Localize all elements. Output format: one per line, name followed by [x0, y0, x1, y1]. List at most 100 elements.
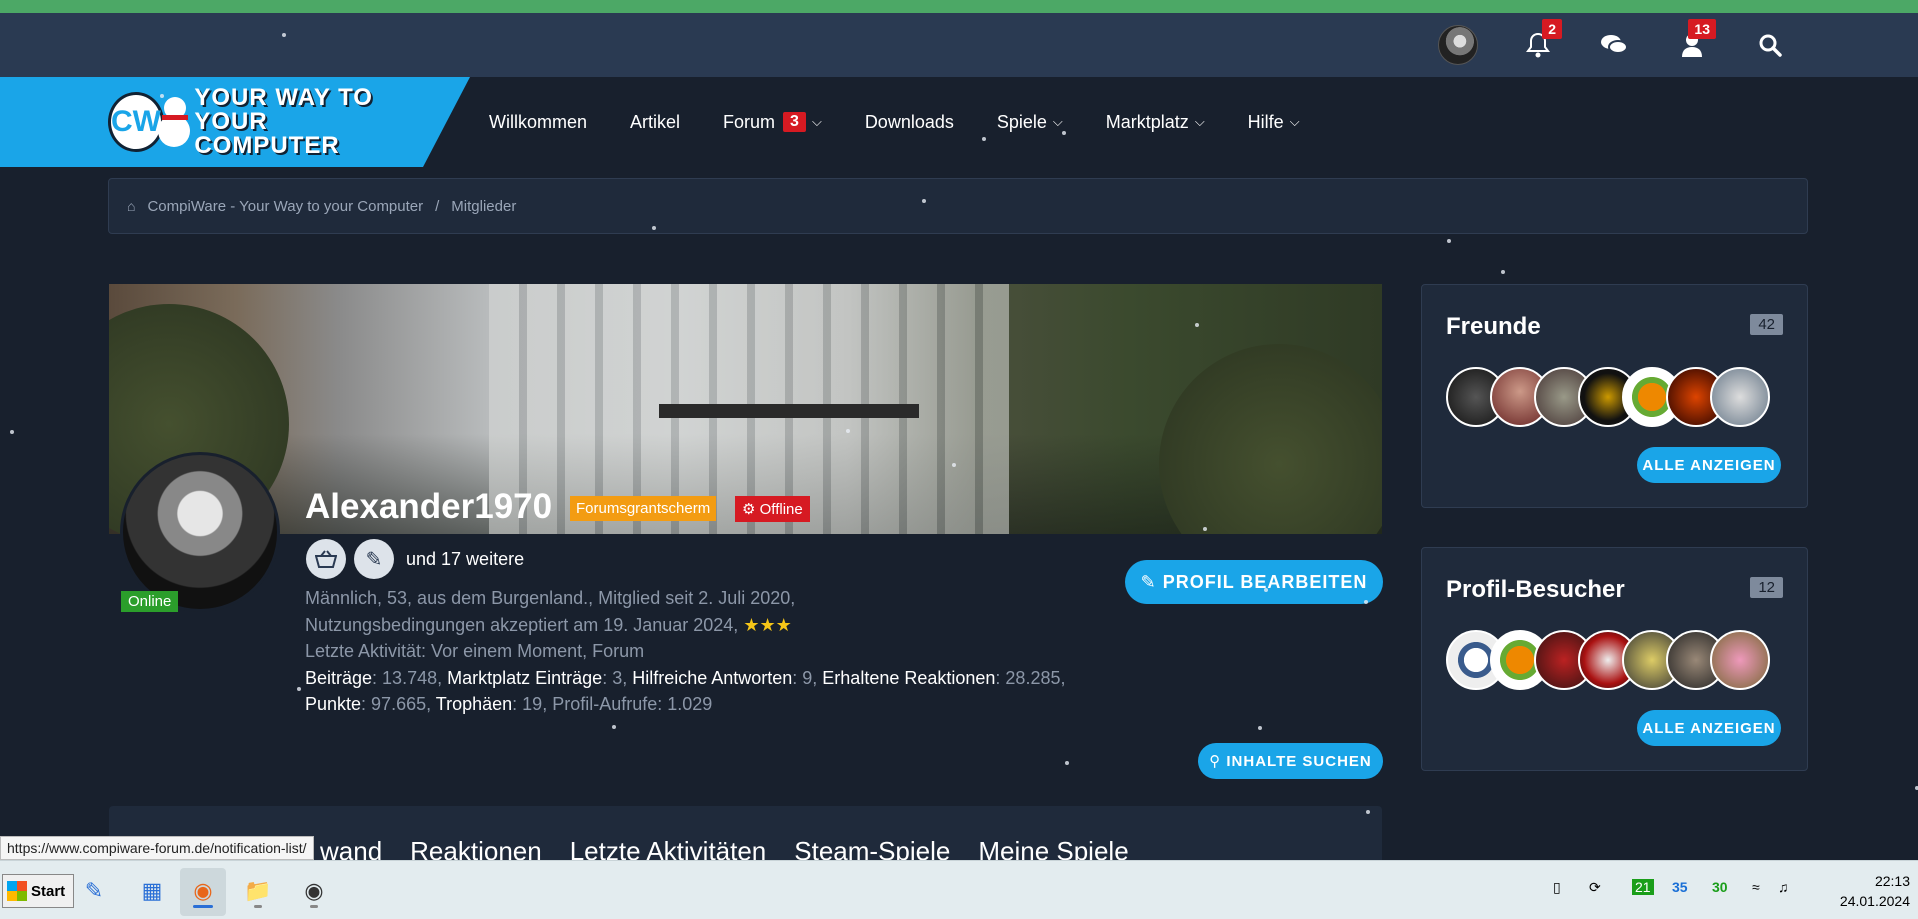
online-badge: Online	[121, 591, 179, 612]
bell-icon[interactable]: 2	[1518, 19, 1562, 65]
snowflake	[160, 94, 164, 98]
top-stripe	[0, 0, 1918, 13]
taskbar: Start ✎ ▦ ◉ 📁 ◉ ▯ ⟳ 21 35 30 ≈ ♫ 22:13 2…	[0, 860, 1918, 919]
friends-title: Freunde	[1446, 313, 1541, 340]
volume-icon[interactable]: ♫	[1778, 879, 1789, 895]
snowflake	[612, 725, 616, 729]
snowman-icon	[156, 97, 190, 147]
trophies: ✎ und 17 weitere	[306, 539, 524, 579]
nav-item-hilfe[interactable]: Hilfe ⌵	[1248, 112, 1300, 133]
info-line-2: Nutzungsbedingungen akzeptiert am 19. Ja…	[305, 614, 792, 635]
info-line-3: Letzte Aktivität: Vor einem Moment, Foru…	[305, 641, 645, 661]
main-navigation: CW YOUR WAY TO YOUR COMPUTER Willkommen …	[0, 77, 1918, 167]
folder-icon[interactable]: 📁	[240, 874, 276, 908]
snowflake	[10, 430, 14, 434]
avatar[interactable]	[1710, 630, 1770, 690]
star-icon: ★★★	[743, 614, 792, 635]
nav-item-downloads[interactable]: Downloads	[865, 112, 954, 133]
eye-viewer-icon[interactable]: ◉	[296, 874, 332, 908]
rank-badge: Forumsgrantscherm	[570, 496, 717, 521]
profile-username: Alexander1970	[305, 487, 553, 526]
notification-badge: 2	[1542, 19, 1562, 39]
friends-show-all-button[interactable]: ALLE ANZEIGEN	[1637, 447, 1781, 483]
firefox-icon[interactable]: ◉	[185, 874, 221, 908]
snowflake	[282, 33, 286, 37]
search-icon: ⚲	[1209, 753, 1227, 770]
chevron-down-icon: ⌵	[811, 114, 822, 129]
site-logo[interactable]: CW YOUR WAY TO YOUR COMPUTER	[108, 84, 398, 159]
search-icon[interactable]	[1750, 25, 1790, 65]
clock[interactable]: 22:13 24.01.2024	[1810, 871, 1910, 911]
edit-profile-button[interactable]: ✎ PROFIL BEARBEITEN	[1125, 560, 1383, 604]
user-icon[interactable]: 13	[1672, 19, 1716, 65]
stat-label[interactable]: Hilfreiche Antworten	[632, 668, 792, 688]
snowflake	[297, 687, 301, 691]
user-avatar[interactable]	[1438, 25, 1478, 65]
nav-item-marktplatz[interactable]: Marktplatz ⌵	[1106, 112, 1205, 133]
nav-item-artikel[interactable]: Artikel	[630, 112, 680, 133]
chevron-down-icon: ⌵	[1194, 114, 1205, 129]
windows-icon	[7, 881, 27, 901]
pencil-icon[interactable]: ✎	[354, 539, 394, 579]
friends-avatars	[1446, 367, 1770, 427]
snowflake	[1366, 810, 1370, 814]
tray-counter-3[interactable]: 30	[1712, 879, 1728, 895]
chevron-down-icon: ⌵	[1052, 114, 1063, 129]
basket-icon[interactable]	[306, 539, 346, 579]
visitors-count: 12	[1750, 577, 1783, 598]
visitors-widget: Profil-Besucher 12 ALLE ANZEIGEN	[1421, 547, 1808, 771]
home-icon[interactable]: ⌂	[127, 198, 135, 214]
more-trophies[interactable]: und 17 weitere	[406, 549, 524, 570]
tray-counter-1[interactable]: 21	[1632, 879, 1654, 895]
snowflake	[1065, 761, 1069, 765]
breadcrumb-members[interactable]: Mitglieder	[451, 198, 516, 215]
pencil-icon: ✎	[1140, 571, 1163, 592]
forum-badge: 3	[783, 112, 806, 132]
stat-label[interactable]: Erhaltene Reaktionen	[822, 668, 995, 688]
tray-counter-2[interactable]: 35	[1672, 879, 1688, 895]
snowflake	[1364, 600, 1368, 604]
inbox-badge: 13	[1688, 19, 1716, 39]
snowflake	[846, 429, 850, 433]
profile-avatar[interactable]	[120, 452, 280, 612]
steam-status-badge[interactable]: ⚙ Offline	[735, 496, 810, 522]
wifi-icon[interactable]: ≈	[1752, 879, 1760, 895]
friends-widget: Freunde 42 ALLE ANZEIGEN	[1421, 284, 1808, 508]
stat-label[interactable]: Beiträge	[305, 668, 372, 688]
stats-line-2: Punkte: 97.665, Trophäen: 19, Profil-Auf…	[305, 694, 713, 714]
nav-item-spiele[interactable]: Spiele ⌵	[997, 112, 1063, 133]
stat-label[interactable]: Punkte	[305, 694, 361, 714]
snowflake	[1501, 270, 1505, 274]
chat-icon[interactable]	[1594, 25, 1634, 65]
snowflake	[1264, 588, 1268, 592]
stat-label[interactable]: Trophäen	[436, 694, 512, 714]
notepad-icon[interactable]: ✎	[76, 874, 112, 908]
stats-line-1: Beiträge: 13.748, Marktplatz Einträge: 3…	[305, 667, 1066, 688]
chevron-down-icon: ⌵	[1289, 114, 1300, 129]
snowflake	[952, 463, 956, 467]
breadcrumb: ⌂ CompiWare - Your Way to your Computer …	[108, 178, 1808, 234]
start-button[interactable]: Start	[2, 874, 74, 908]
snowflake	[1258, 726, 1262, 730]
snowflake	[1062, 131, 1066, 135]
visitors-show-all-button[interactable]: ALLE ANZEIGEN	[1637, 710, 1781, 746]
steam-icon: ⚙	[742, 501, 760, 518]
calendar-icon[interactable]: ▦	[134, 874, 170, 908]
snowflake	[982, 137, 986, 141]
user-bar: 2 13	[0, 13, 1918, 77]
nav-item-willkommen[interactable]: Willkommen	[489, 112, 587, 133]
avatar[interactable]	[1710, 367, 1770, 427]
usb-icon[interactable]: ▯	[1553, 879, 1561, 896]
sync-icon[interactable]: ⟳	[1589, 879, 1601, 896]
stat-label[interactable]: Marktplatz Einträge	[447, 668, 602, 688]
snowflake	[922, 199, 926, 203]
profile-info: Männlich, 53, aus dem Burgenland., Mitgl…	[305, 585, 1105, 718]
search-content-button[interactable]: ⚲ INHALTE SUCHEN	[1198, 743, 1383, 779]
info-line-1: Männlich, 53, aus dem Burgenland., Mitgl…	[305, 588, 796, 608]
snowflake	[1447, 239, 1451, 243]
status-bar-url: https://www.compiware-forum.de/notificat…	[0, 836, 314, 860]
logo-text: YOUR WAY TO YOUR COMPUTER	[194, 84, 373, 159]
nav-menu: Willkommen Artikel Forum 3 ⌵ Downloads Spi…	[489, 77, 1343, 167]
breadcrumb-home[interactable]: CompiWare - Your Way to your Computer	[147, 198, 423, 215]
nav-item-forum[interactable]: Forum 3 ⌵	[723, 112, 822, 133]
